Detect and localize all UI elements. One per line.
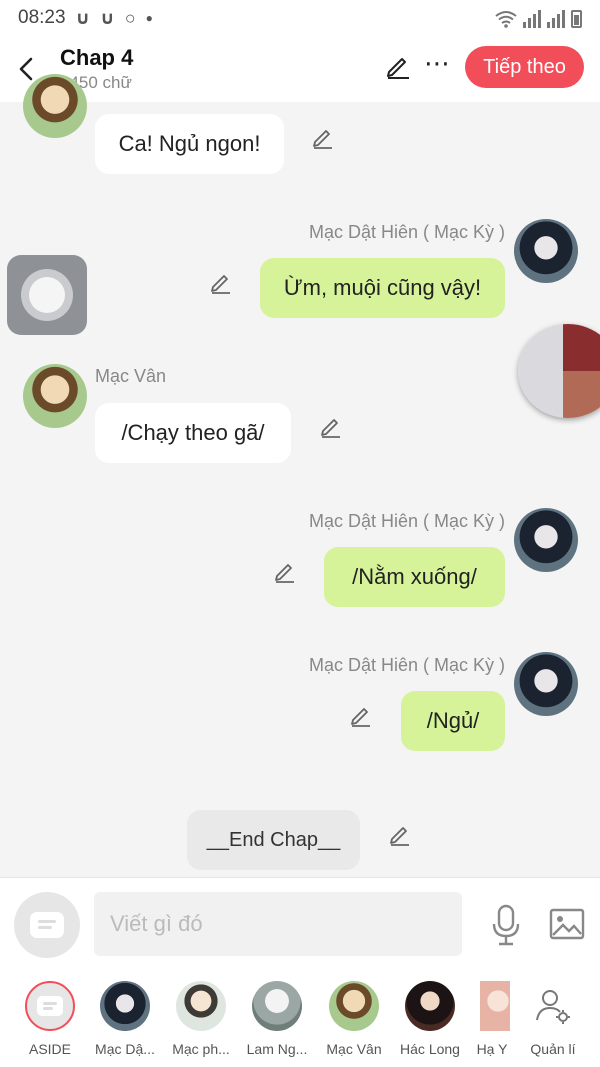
avatar — [329, 981, 379, 1031]
character-mac-ph[interactable]: Mạc ph... — [163, 981, 239, 1057]
user-settings-icon — [536, 990, 570, 1024]
pencil-icon[interactable] — [273, 559, 297, 583]
message-bubble[interactable]: Ca! Ngủ ngon! — [95, 114, 284, 174]
status-right-icons — [495, 8, 582, 28]
sender-name: Mạc Dật Hiên ( Mạc Kỳ ) — [308, 222, 505, 242]
avatar-mac-van[interactable] — [23, 364, 87, 428]
character-ha-y[interactable]: Hạ Y — [468, 981, 516, 1057]
character-bar: ASIDE Mạc Dậ... Mạc ph... Lam Ng... Mạc … — [0, 971, 600, 1067]
pencil-icon[interactable] — [319, 414, 343, 438]
avatar — [480, 981, 510, 1031]
avatar — [252, 981, 302, 1031]
sender-name: Mạc Dật Hiên ( Mạc Kỳ ) — [308, 511, 505, 531]
chapter-title: Chap 4 — [60, 45, 134, 70]
image-icon[interactable] — [549, 908, 585, 940]
avatar-mac-dat-hien[interactable] — [514, 652, 578, 716]
aside-toggle-button[interactable] — [14, 892, 80, 958]
character-label: Mạc Dậ... — [95, 1041, 155, 1057]
sender-name: Mạc Dật Hiên ( Mạc Kỳ ) — [308, 655, 505, 675]
aside-avatar — [25, 981, 75, 1031]
manage-characters-button[interactable]: Quản lí — [515, 981, 591, 1057]
pencil-icon[interactable] — [311, 125, 335, 149]
character-label: Hạ Y — [476, 1041, 508, 1057]
wifi-icon — [495, 11, 517, 28]
chat-bubble-icon — [30, 912, 64, 938]
sender-name: Mạc Vân — [95, 366, 167, 386]
character-hac-long[interactable]: Hác Long — [392, 981, 468, 1057]
character-mac-dat-hien[interactable]: Mạc Dậ... — [87, 981, 163, 1057]
end-chapter-bubble[interactable]: __End Chap__ — [187, 810, 360, 870]
header: Chap 4 1450 chữ ⋯ Tiếp theo — [0, 36, 600, 102]
assistive-touch-button[interactable] — [7, 255, 87, 335]
u-icon: ∪ — [100, 7, 115, 28]
avatar — [405, 981, 455, 1031]
message-input[interactable] — [94, 892, 462, 956]
chat-bubble-icon — [37, 996, 63, 1016]
character-lam-ng[interactable]: Lam Ng... — [239, 981, 315, 1057]
composer-bar — [0, 877, 600, 971]
character-label: ASIDE — [28, 1041, 71, 1057]
avatar-mac-van[interactable] — [23, 74, 87, 138]
signal-icon — [523, 10, 541, 28]
status-time: 08:23 — [18, 7, 66, 28]
pencil-icon[interactable] — [349, 703, 373, 727]
floating-character-bubble[interactable] — [518, 324, 600, 418]
dot-icon: ● — [145, 11, 153, 25]
chevron-left-icon — [19, 57, 33, 81]
character-label: Quản lí — [530, 1041, 576, 1057]
avatar-mac-dat-hien[interactable] — [514, 508, 578, 572]
pencil-icon[interactable] — [209, 270, 233, 294]
message-bubble[interactable]: /Ngủ/ — [401, 691, 505, 751]
character-aside[interactable]: ASIDE — [12, 981, 88, 1057]
character-label: Mạc ph... — [172, 1041, 230, 1057]
character-label: Mạc Vân — [326, 1041, 382, 1057]
pencil-icon[interactable] — [384, 52, 412, 80]
character-label: Lam Ng... — [246, 1041, 308, 1057]
avatar — [176, 981, 226, 1031]
avatar — [100, 981, 150, 1031]
microphone-icon[interactable] — [490, 904, 522, 946]
u-icon: ∪ — [75, 7, 91, 28]
message-bubble[interactable]: /Nằm xuống/ — [324, 547, 505, 607]
status-bar: 08:23 ∪ ∪ ○ ● — [0, 0, 600, 36]
circle-icon: ○ — [124, 7, 136, 28]
signal-icon — [547, 10, 565, 28]
more-options-button[interactable]: ⋯ — [424, 48, 451, 79]
character-mac-van[interactable]: Mạc Vân — [316, 981, 392, 1057]
pencil-icon[interactable] — [388, 822, 412, 846]
battery-icon — [571, 10, 582, 28]
character-label: Hác Long — [400, 1041, 460, 1057]
message-bubble[interactable]: Ừm, muội cũng vậy! — [260, 258, 505, 318]
next-chapter-button[interactable]: Tiếp theo — [465, 46, 584, 88]
avatar-mac-dat-hien[interactable] — [514, 219, 578, 283]
manage-avatar — [528, 981, 578, 1031]
message-bubble[interactable]: /Chạy theo gã/ — [95, 403, 291, 463]
